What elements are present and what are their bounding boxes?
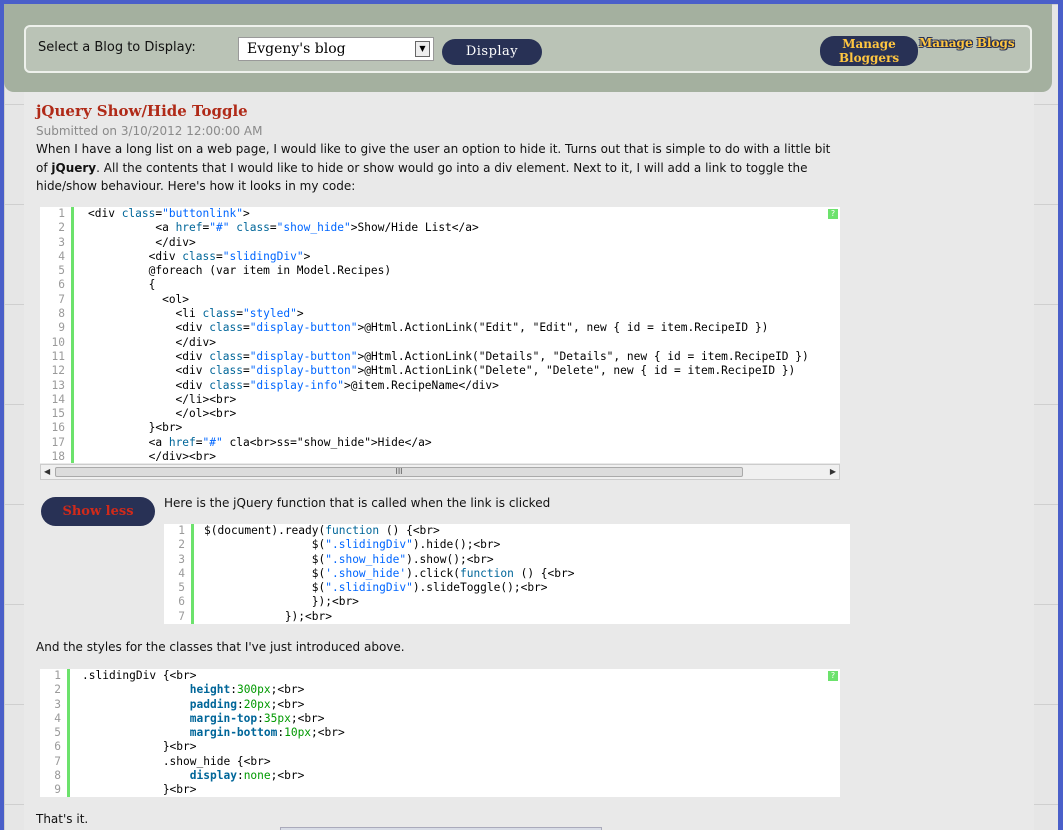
post-outro: That's it. [36, 812, 89, 826]
scroll-right-icon[interactable]: ▶ [830, 467, 836, 476]
line-number: 4 [58, 249, 65, 263]
line-number: 7 [58, 292, 65, 306]
line-number: 5 [54, 726, 61, 740]
blog-select-dropdown[interactable]: Evgeny's blog ▼ [238, 37, 434, 61]
help-icon[interactable]: ? [828, 671, 838, 681]
line-numbers: 1 2 3 4 5 6 7 8 9 10 11 12 13 14 15 16 17 18 [40, 207, 74, 463]
manage-bloggers-button[interactable]: Manage Bloggers [820, 36, 918, 66]
post-title[interactable]: jQuery Show/Hide Toggle [36, 102, 248, 120]
post-date: Submitted on 3/10/2012 12:00:00 AM [36, 124, 263, 138]
code-block-css[interactable]: 123456789 .slidingDiv {<br> height:300px… [40, 669, 840, 797]
line-number: 6 [178, 595, 185, 609]
line-number: 12 [51, 364, 65, 378]
line-number: 5 [178, 581, 185, 595]
code-lines: $(document).ready(function () {<br> $(".… [204, 524, 575, 623]
line-number: 13 [51, 378, 65, 392]
line-number: 18 [51, 450, 65, 463]
line-number: 9 [54, 783, 61, 797]
header-bar: Select a Blog to Display: Evgeny's blog … [4, 4, 1052, 92]
line-number: 8 [54, 769, 61, 783]
line-number: 1 [178, 524, 185, 537]
horizontal-scrollbar[interactable]: ◀ III ▶ [40, 464, 840, 480]
line-number: 2 [58, 221, 65, 235]
line-number: 16 [51, 421, 65, 435]
line-number: 9 [58, 321, 65, 335]
line-numbers: 123456789 [40, 669, 70, 797]
line-number: 2 [178, 538, 185, 552]
line-number: 3 [54, 697, 61, 711]
page-frame: Select a Blog to Display: Evgeny's blog … [4, 4, 1058, 830]
line-number: 3 [178, 552, 185, 566]
chevron-down-icon[interactable]: ▼ [415, 41, 430, 57]
line-number: 1 [58, 207, 65, 220]
line-number: 7 [178, 609, 185, 623]
line-number: 2 [54, 683, 61, 697]
line-number: 17 [51, 435, 65, 449]
help-icon[interactable]: ? [828, 209, 838, 219]
blog-selector-panel: Select a Blog to Display: Evgeny's blog … [24, 25, 1032, 73]
line-number: 4 [54, 711, 61, 725]
selected-blog-value: Evgeny's blog [247, 41, 346, 57]
manage-blogs-link[interactable]: Manage Blogs [919, 36, 1015, 50]
line-number: 14 [51, 392, 65, 406]
code-lines: .slidingDiv {<br> height:300px;<br> padd… [82, 669, 345, 797]
line-number: 8 [58, 307, 65, 321]
line-number: 6 [58, 278, 65, 292]
scrollbar-thumb[interactable]: III [55, 467, 743, 477]
line-number: 3 [58, 235, 65, 249]
line-number: 7 [54, 754, 61, 768]
line-number: 6 [54, 740, 61, 754]
line-number: 10 [51, 335, 65, 349]
code-block-markup[interactable]: 1 2 3 4 5 6 7 8 9 10 11 12 13 14 15 16 17 18 <div class="… [40, 207, 840, 463]
post-intro: When I have a long list on a web page, I… [36, 140, 830, 196]
select-blog-label: Select a Blog to Display: [38, 40, 196, 55]
styles-intro: And the styles for the classes that I've… [36, 640, 405, 654]
line-number: 4 [178, 566, 185, 580]
intro-line-3: hide/show behaviour. Here's how it looks… [36, 179, 356, 193]
show-less-button[interactable]: Show less [41, 497, 155, 526]
jquery-intro: Here is the jQuery function that is call… [164, 496, 551, 510]
manage-bloggers-label-1: Manage [842, 37, 896, 51]
line-number: 11 [51, 349, 65, 363]
manage-bloggers-label-2: Bloggers [838, 51, 900, 65]
code-lines: <div class="buttonlink"> <a href="#" cla… [88, 207, 809, 463]
line-number: 1 [54, 669, 61, 682]
scroll-left-icon[interactable]: ◀ [44, 467, 50, 476]
code-block-jquery[interactable]: 1234567 $(document).ready(function () {<… [164, 524, 850, 624]
line-numbers: 1234567 [164, 524, 194, 624]
intro-line-1: When I have a long list on a web page, I… [36, 142, 831, 156]
intro-line-2: of jQuery. All the contents that I would… [36, 160, 808, 175]
line-number: 5 [58, 264, 65, 278]
display-button[interactable]: Display [442, 39, 542, 65]
line-number: 15 [51, 407, 65, 421]
main-content: jQuery Show/Hide Toggle Submitted on 3/1… [24, 92, 1034, 830]
